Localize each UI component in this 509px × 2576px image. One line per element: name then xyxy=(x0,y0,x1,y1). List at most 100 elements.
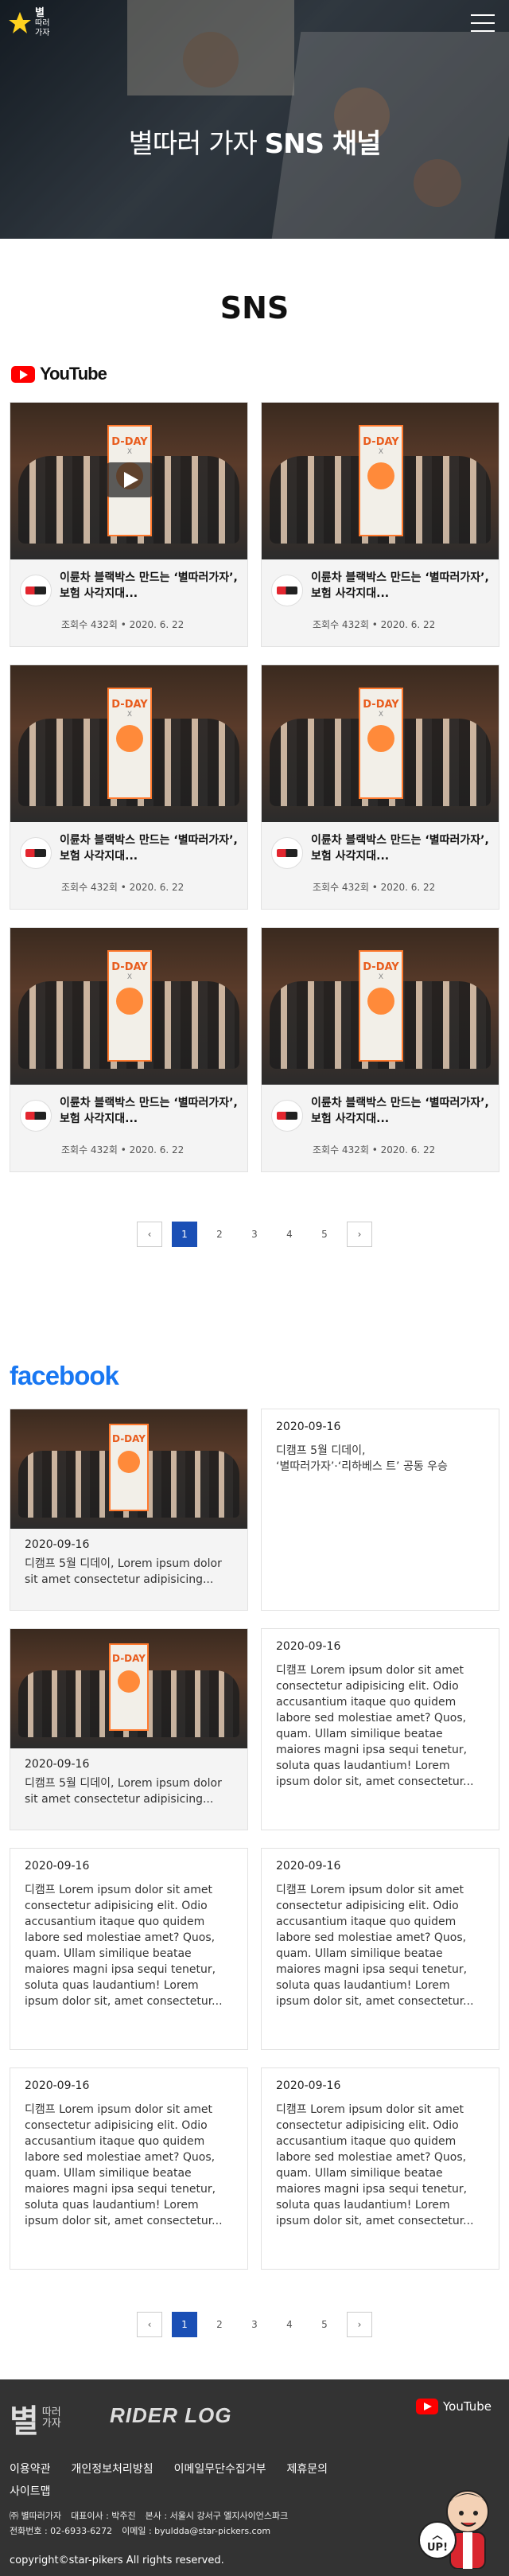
thumbnail-banner-logo xyxy=(118,1451,140,1473)
page-number-3[interactable]: 3 xyxy=(242,2312,267,2337)
channel-avatar[interactable] xyxy=(20,575,52,606)
thumbnail-banner-x: X xyxy=(126,711,133,719)
channel-avatar[interactable] xyxy=(20,1100,52,1132)
page-number-4[interactable]: 4 xyxy=(277,1222,302,1247)
page-number-5[interactable]: 5 xyxy=(312,2312,337,2337)
next-page-button[interactable]: › xyxy=(347,2312,372,2337)
video-title[interactable]: 이륜차 블랙박스 만드는 ‘별따러가자’,보험 사각지대... xyxy=(60,832,239,864)
rider-log-logo[interactable]: RIDER LOG xyxy=(110,2403,231,2428)
facebook-post-card[interactable]: D-DAY 2020-09-16 디캠프 5월 디데이, Lorem ipsum d… xyxy=(10,1628,248,1830)
thumbnail-banner-logo xyxy=(116,988,143,1015)
thumbnail-banner-x: X xyxy=(378,448,384,456)
facebook-post-card[interactable]: 2020-09-16 디캠프 Lorem ipsum dolor sit amet… xyxy=(261,1848,499,2050)
video-card[interactable]: D-DAY X 이륜차 블랙박스 만드는 ‘별따러가자’,보험 사각지대... 조회수… xyxy=(10,927,248,1172)
video-thumbnail[interactable]: D-DAY X xyxy=(10,928,247,1085)
footer-link[interactable]: 사이트맵 xyxy=(10,2483,51,2499)
youtube-label: YouTube xyxy=(40,364,107,384)
video-title[interactable]: 이륜차 블랙박스 만드는 ‘별따러가자’,보험 사각지대... xyxy=(311,832,491,864)
facebook-post-card[interactable]: 2020-09-16 디캠프 Lorem ipsum dolor sit amet… xyxy=(261,1628,499,1830)
facebook-post-card[interactable]: 2020-09-16 디캠프 Lorem ipsum dolor sit amet… xyxy=(261,2067,499,2270)
channel-avatar[interactable] xyxy=(271,837,303,869)
footer-link[interactable]: 제휴문의 xyxy=(287,2461,328,2477)
video-thumbnail[interactable]: D-DAY X xyxy=(262,665,499,822)
channel-logo-icon xyxy=(25,1112,46,1120)
video-info: 이륜차 블랙박스 만드는 ‘별따러가자’,보험 사각지대... xyxy=(20,1095,239,1132)
page-number-4[interactable]: 4 xyxy=(277,2312,302,2337)
post-date: 2020-09-16 xyxy=(25,2079,90,2092)
site-logo[interactable]: 별 따러 가자 xyxy=(8,8,49,38)
thumbnail-banner-logo xyxy=(367,462,394,489)
company-info-item: 대표이사 : 박주진 xyxy=(71,2511,136,2521)
thumbnail-banner-text: D-DAY xyxy=(112,1433,146,1444)
footer-link[interactable]: 개인정보처리방침 xyxy=(72,2461,153,2477)
footer-logo[interactable]: 별 따러 가자 xyxy=(10,2395,61,2442)
video-thumbnail[interactable]: D-DAY X xyxy=(10,665,247,822)
footer-logo-sub: 따러 가자 xyxy=(41,2406,61,2430)
footer-link[interactable]: 이메일무단수집거부 xyxy=(174,2461,266,2477)
next-page-button[interactable]: › xyxy=(347,1222,372,1247)
company-info-item: 전화번호 : 02-6933-6272 xyxy=(10,2526,113,2536)
post-date: 2020-09-16 xyxy=(276,1640,341,1653)
page-number-2[interactable]: 2 xyxy=(207,1222,232,1247)
footer-links: 이용약관 개인정보처리방침 이메일무단수집거부 제휴문의사이트맵 xyxy=(10,2461,383,2499)
channel-logo-icon xyxy=(277,587,297,594)
thumbnail-banner-logo xyxy=(118,1670,140,1693)
page-number-5[interactable]: 5 xyxy=(312,1222,337,1247)
menu-icon[interactable] xyxy=(471,14,495,32)
page-number-2[interactable]: 2 xyxy=(207,2312,232,2337)
video-meta: 조회수 432회 • 2020. 6. 22 xyxy=(313,619,436,630)
footer-youtube-link[interactable]: YouTube xyxy=(416,2399,492,2414)
hero-banner: 별 따러 가자 별따러 가자 SNS 채널 xyxy=(0,0,509,239)
hero-overlay xyxy=(0,0,509,239)
menu-icon-line xyxy=(471,22,495,24)
thumbnail-banner-x: X xyxy=(378,711,384,719)
facebook-post-card[interactable]: 2020-09-16 디캠프 Lorem ipsum dolor sit amet… xyxy=(10,1848,248,2050)
post-image[interactable]: D-DAY xyxy=(10,1629,247,1748)
video-title[interactable]: 이륜차 블랙박스 만드는 ‘별따러가자’,보험 사각지대... xyxy=(311,570,491,602)
thumbnail-banner-text: D-DAY xyxy=(111,699,148,711)
facebook-label: facebook xyxy=(10,1361,119,1390)
page-title-prefix: 별따러 가자 xyxy=(128,128,258,160)
channel-avatar[interactable] xyxy=(20,837,52,869)
prev-page-button[interactable]: ‹ xyxy=(137,1222,162,1247)
video-title[interactable]: 이륜차 블랙박스 만드는 ‘별따러가자’,보험 사각지대... xyxy=(311,1095,491,1127)
play-icon[interactable] xyxy=(106,462,153,497)
facebook-post-card[interactable]: 2020-09-16 디캠프 Lorem ipsum dolor sit amet… xyxy=(10,2067,248,2270)
page-title: 별따러 가자 SNS 채널 xyxy=(0,122,509,161)
thumbnail-banner-text: D-DAY xyxy=(111,436,148,448)
video-title[interactable]: 이륜차 블랙박스 만드는 ‘별따러가자’,보험 사각지대... xyxy=(60,570,239,602)
video-title[interactable]: 이륜차 블랙박스 만드는 ‘별따러가자’,보험 사각지대... xyxy=(60,1095,239,1127)
video-card[interactable]: D-DAY X 이륜차 블랙박스 만드는 ‘별따러가자’,보험 사각지대... 조회수… xyxy=(10,664,248,910)
video-card[interactable]: D-DAY X 이륜차 블랙박스 만드는 ‘별따러가자’,보험 사각지대... 조회수… xyxy=(261,664,499,910)
facebook-post-card[interactable]: 2020-09-16 디캠프 5월 디데이, ‘별따러가자’·‘리하베스 트’ 공… xyxy=(261,1409,499,1611)
video-meta: 조회수 432회 • 2020. 6. 22 xyxy=(61,1144,185,1155)
channel-avatar[interactable] xyxy=(271,575,303,606)
post-text: 디캠프 5월 디데이, Lorem ipsum dolor sit amet c… xyxy=(25,1777,222,1806)
prev-page-button[interactable]: ‹ xyxy=(137,2312,162,2337)
footer-link[interactable]: 이용약관 xyxy=(10,2461,51,2477)
video-card[interactable]: D-DAY X 이륜차 블랙박스 만드는 ‘별따러가자’,보험 사각지대... 조회수… xyxy=(10,402,248,647)
thumbnail-banner-x: X xyxy=(378,973,384,981)
youtube-video-grid: D-DAY X 이륜차 블랙박스 만드는 ‘별따러가자’,보험 사각지대... 조회수… xyxy=(10,402,499,1190)
company-info-row: 전화번호 : 02-6933-6272 이메일 : byuldda@star-pi… xyxy=(10,2523,297,2539)
channel-avatar[interactable] xyxy=(271,1100,303,1132)
video-thumbnail[interactable]: D-DAY X xyxy=(10,403,247,559)
video-thumbnail[interactable]: D-DAY X xyxy=(262,928,499,1085)
video-card[interactable]: D-DAY X 이륜차 블랙박스 만드는 ‘별따러가자’,보험 사각지대... 조회수… xyxy=(261,927,499,1172)
video-info: 이륜차 블랙박스 만드는 ‘별따러가자’,보험 사각지대... xyxy=(271,570,491,606)
page-number-3[interactable]: 3 xyxy=(242,1222,267,1247)
video-thumbnail[interactable]: D-DAY X xyxy=(262,403,499,559)
video-info: 이륜차 블랙박스 만드는 ‘별따러가자’,보험 사각지대... xyxy=(20,832,239,869)
page-number-1[interactable]: 1 xyxy=(172,1222,197,1247)
youtube-icon xyxy=(416,2399,438,2414)
facebook-post-card[interactable]: D-DAY 2020-09-16 디캠프 5월 디데이, Lorem ipsum d… xyxy=(10,1409,248,1611)
post-image[interactable]: D-DAY xyxy=(10,1409,247,1529)
facebook-post-grid: D-DAY 2020-09-16 디캠프 5월 디데이, Lorem ipsum d… xyxy=(10,1409,499,2270)
post-text: 디캠프 Lorem ipsum dolor sit amet consectet… xyxy=(276,2103,474,2227)
page-number-1[interactable]: 1 xyxy=(172,2312,197,2337)
post-text: 디캠프 Lorem ipsum dolor sit amet consectet… xyxy=(25,2103,223,2227)
video-card[interactable]: D-DAY X 이륜차 블랙박스 만드는 ‘별따러가자’,보험 사각지대... 조회수… xyxy=(261,402,499,647)
scroll-top-button[interactable]: ︿ UP! xyxy=(418,2521,457,2559)
video-info: 이륜차 블랙박스 만드는 ‘별따러가자’,보험 사각지대... xyxy=(20,570,239,606)
section-title: SNS xyxy=(220,290,289,325)
